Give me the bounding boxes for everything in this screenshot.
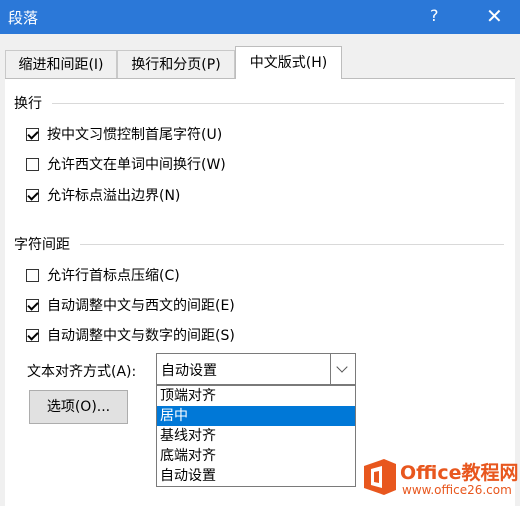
tab-indent-spacing[interactable]: 缩进和间距(I) (5, 50, 117, 78)
checkbox-checked[interactable] (26, 127, 39, 141)
dropdown-item[interactable]: 基线对齐 (157, 426, 355, 446)
checkbox-label: 允许行首标点压缩(C) (47, 268, 180, 284)
group-header-line-break: 换行 (14, 96, 42, 112)
checkbox-row[interactable]: 允许行首标点压缩(C) (26, 265, 180, 285)
checkbox-row[interactable]: 允许西文在单词中间换行(W) (26, 154, 226, 174)
checkbox-label: 自动调整中文与数字的间距(S) (47, 328, 235, 344)
group-header-char-spacing: 字符间距 (14, 237, 70, 253)
tab-label: 缩进和间距(I) (18, 57, 104, 73)
help-button[interactable]: ? (430, 6, 439, 25)
tab-label: 中文版式(H) (249, 55, 328, 71)
title-bar: 段落 ? ✕ (0, 0, 520, 34)
dropdown-item-selected[interactable]: 居中 (157, 406, 355, 426)
watermark-url: www.office26.com (402, 483, 512, 497)
tab-line-page-breaks[interactable]: 换行和分页(P) (117, 50, 235, 78)
checkbox-unchecked[interactable] (26, 268, 39, 282)
checkbox-checked[interactable] (26, 328, 39, 342)
checkbox-checked[interactable] (26, 188, 39, 202)
alignment-dropdown-list: 顶端对齐 居中 基线对齐 底端对齐 自动设置 (156, 385, 356, 487)
office-logo-icon (364, 459, 396, 495)
divider (80, 244, 504, 245)
checkbox-row[interactable]: 自动调整中文与数字的间距(S) (26, 325, 235, 345)
tab-asian-typography[interactable]: 中文版式(H) (235, 46, 342, 79)
chevron-down-icon[interactable] (330, 354, 355, 384)
checkbox-label: 允许西文在单词中间换行(W) (47, 157, 226, 173)
dialog-title: 段落 (8, 9, 39, 27)
dropdown-item[interactable]: 顶端对齐 (157, 386, 355, 406)
checkbox-row[interactable]: 按中文习惯控制首尾字符(U) (26, 124, 222, 144)
checkbox-unchecked[interactable] (26, 157, 39, 171)
watermark-brand: Office教程网 (400, 462, 519, 484)
close-button[interactable]: ✕ (486, 4, 503, 28)
checkbox-label: 按中文习惯控制首尾字符(U) (47, 127, 223, 143)
text-alignment-select[interactable]: 自动设置 (156, 353, 356, 385)
tab-label: 换行和分页(P) (131, 57, 221, 73)
dropdown-item[interactable]: 自动设置 (157, 466, 355, 486)
checkbox-label: 自动调整中文与西文的间距(E) (47, 298, 235, 314)
checkbox-label: 允许标点溢出边界(N) (47, 188, 181, 204)
checkbox-row[interactable]: 自动调整中文与西文的间距(E) (26, 295, 235, 315)
divider (52, 103, 504, 104)
checkbox-row[interactable]: 允许标点溢出边界(N) (26, 185, 180, 205)
watermark-logo: Office教程网 www.office26.com (360, 454, 519, 502)
text-alignment-label: 文本对齐方式(A): (27, 364, 137, 380)
checkbox-checked[interactable] (26, 298, 39, 312)
dropdown-item[interactable]: 底端对齐 (157, 446, 355, 466)
options-button[interactable]: 选项(O)... (29, 390, 128, 424)
select-value: 自动设置 (161, 363, 217, 379)
